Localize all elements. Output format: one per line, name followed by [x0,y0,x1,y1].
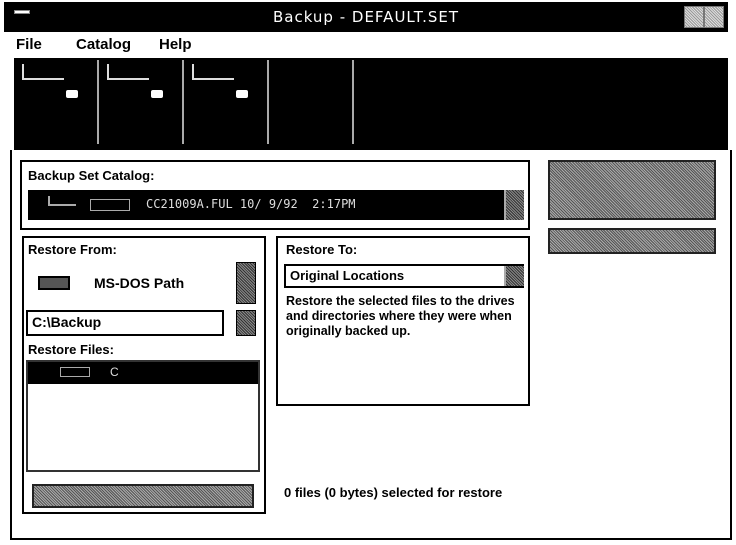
restore-to-label: Restore To: [286,242,358,257]
select-files-button[interactable] [548,228,716,254]
window-title: Backup - DEFAULT.SET [272,8,460,26]
frame-left [10,150,12,540]
catalog-panel: Backup Set Catalog: CC21009A.FUL 10/ 9/9… [20,160,530,230]
drive-label: C [110,365,119,379]
toolbar-button-backup[interactable] [16,60,99,144]
frame-bottom [10,538,732,540]
toolbar-tab-line [107,78,149,80]
title-bar: Backup - DEFAULT.SET [4,2,728,32]
menu-file[interactable]: File [16,36,42,53]
status-text: 0 files (0 bytes) selected for restore [284,485,503,500]
catalog-entry: CC21009A.FUL 10/ 9/92 2:17PM [146,197,356,211]
minimize-button[interactable] [684,6,704,28]
tree-line [48,204,76,206]
restore-files-list[interactable]: C [26,360,260,472]
tape-icon [66,90,78,98]
restore-path-browse-button[interactable] [236,310,256,336]
maximize-button[interactable] [704,6,724,28]
frame-right [730,150,732,540]
restore-path-input[interactable]: C:\Backup [26,310,224,336]
toolbar-button-configure[interactable] [271,60,354,144]
catalog-label: Backup Set Catalog: [28,168,155,183]
catalog-dropdown[interactable]: CC21009A.FUL 10/ 9/92 2:17PM [28,190,524,220]
restore-from-dropdown[interactable]: MS-DOS Path [28,262,236,304]
toolbar-tab-line [22,78,64,80]
restore-from-panel: Restore From: MS-DOS Path C:\Backup Rest… [22,236,266,514]
toolbar [14,58,728,150]
restore-to-description: Restore the selected files to the drives… [286,294,515,338]
start-restore-button[interactable] [548,160,716,220]
restore-to-dropdown-arrow[interactable] [504,266,524,286]
menu-bar: File Catalog Help [4,34,728,56]
catalog-dropdown-arrow[interactable] [504,190,524,220]
menu-help[interactable]: Help [159,36,192,53]
catalog-file-icon [90,199,130,211]
restore-from-label: Restore From: [28,242,117,257]
restore-from-dropdown-arrow[interactable] [236,262,256,304]
restore-from-device: MS-DOS Path [94,275,185,291]
menu-catalog[interactable]: Catalog [76,36,131,53]
restore-to-dropdown[interactable]: Original Locations [284,264,524,288]
toolbar-button-compare[interactable] [101,60,184,144]
toolbar-button-restore[interactable] [186,60,269,144]
tape-icon [151,90,163,98]
restore-files-label: Restore Files: [28,342,114,357]
list-item[interactable]: C [28,362,258,384]
tape-icon [236,90,248,98]
drive-icon [60,367,90,377]
drive-icon [38,276,70,290]
restore-to-selected: Original Locations [290,268,405,283]
toolbar-tab-line [192,78,234,80]
restore-from-action-button[interactable] [32,484,254,508]
restore-to-panel: Restore To: Original Locations Restore t… [276,236,530,406]
